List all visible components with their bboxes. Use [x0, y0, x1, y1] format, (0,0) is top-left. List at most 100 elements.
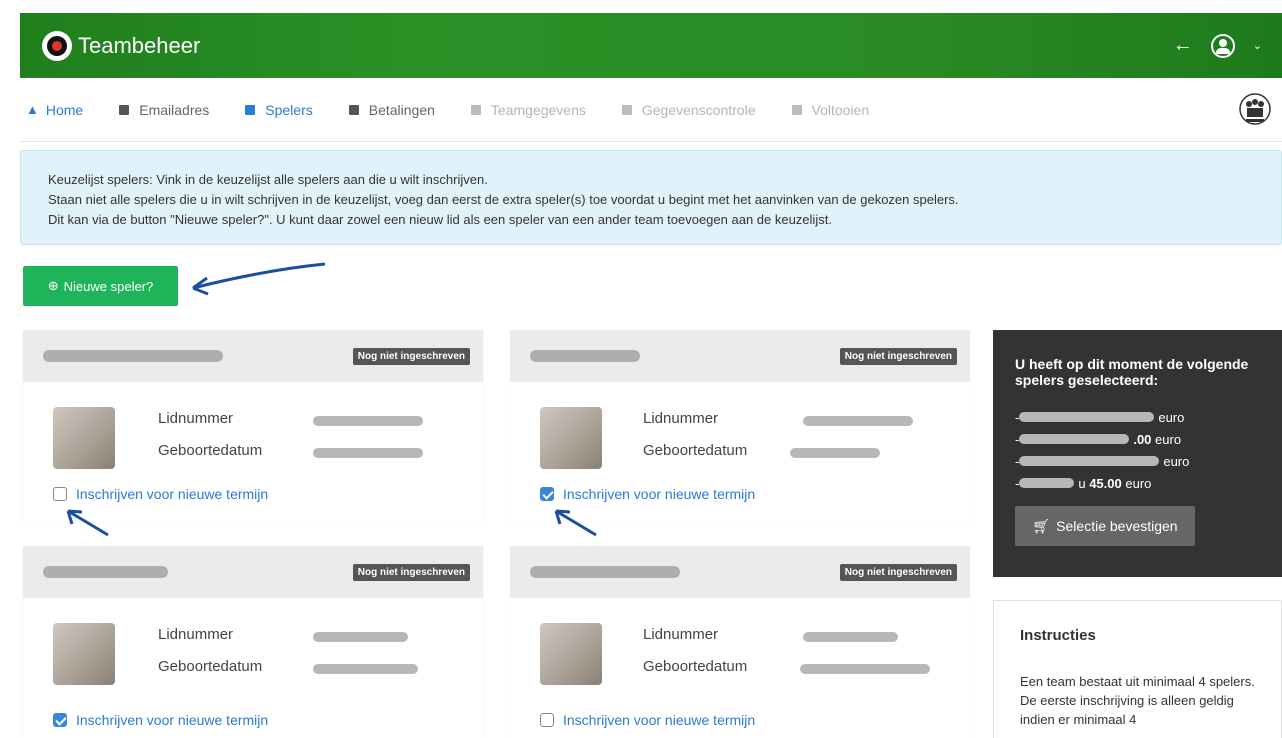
avatar	[53, 407, 115, 469]
player-name-redacted	[530, 566, 680, 578]
avatar	[540, 623, 602, 685]
nav-gegevenscontrole: Gegevenscontrole	[621, 101, 756, 118]
selection-panel: U heeft op dit moment de volgende speler…	[993, 330, 1282, 577]
checkbox-label: Inschrijven voor nieuwe termijn	[76, 486, 269, 502]
new-player-label: Nieuwe speler?	[63, 278, 154, 294]
nav-label: Emailadres	[139, 101, 210, 118]
nav-label: Teamgegevens	[490, 101, 586, 118]
nav-label: Voltooien	[811, 101, 870, 118]
member-number-redacted	[313, 632, 408, 642]
selection-redacted	[1019, 434, 1130, 444]
cart-icon: 🛒︎	[1032, 517, 1051, 534]
row-suffix: euro	[1125, 475, 1152, 491]
birthdate-redacted	[313, 664, 418, 674]
birthdate-label: Geboortedatum	[643, 658, 748, 675]
checkbox-label: Inschrijven voor nieuwe termijn	[563, 486, 756, 502]
confirm-selection-label: Selectie bevestigen	[1056, 518, 1178, 534]
selection-row: - euro	[1015, 406, 1260, 428]
selection-title: U heeft op dit moment de volgende speler…	[1015, 356, 1249, 388]
birthdate-label: Geboortedatum	[158, 442, 263, 459]
member-number-label: Lidnummer	[158, 626, 234, 643]
member-number-redacted	[803, 416, 913, 426]
birthdate-redacted	[313, 448, 423, 458]
home-icon: ▲	[26, 102, 39, 117]
plus-circle-icon: ⊕	[47, 278, 59, 293]
step-navigation: ▲ Home Emailadres Spelers Betalingen Tea…	[20, 78, 1282, 142]
selection-redacted	[1019, 412, 1155, 422]
row-suffix: euro	[1155, 431, 1182, 447]
top-bar: Teambeheer ← ⌄	[20, 13, 1282, 78]
row-amount: .00	[1133, 431, 1152, 447]
nav-teamgegevens: Teamgegevens	[470, 101, 586, 118]
status-badge: Nog niet ingeschreven	[352, 563, 470, 581]
register-checkbox[interactable]: Inschrijven voor nieuwe termijn	[53, 712, 268, 728]
checkbox-label: Inschrijven voor nieuwe termijn	[563, 712, 756, 728]
annotation-arrow	[66, 509, 109, 537]
step-icon	[245, 104, 256, 115]
step-icon	[348, 104, 359, 115]
nav-betalingen[interactable]: Betalingen	[348, 101, 435, 118]
nav-voltooien: Voltooien	[791, 101, 870, 118]
instructions-text: Een team bestaat uit minimaal 4 spelers.…	[1020, 674, 1255, 727]
checkbox[interactable]	[53, 713, 67, 727]
status-badge: Nog niet ingeschreven	[352, 347, 470, 365]
instructions-title: Instructies	[1020, 627, 1096, 644]
player-name-redacted	[530, 350, 640, 362]
info-line: Dit kan via de button "Nieuwe speler?". …	[48, 212, 832, 227]
annotation-arrow	[192, 262, 326, 296]
selection-row: - euro	[1015, 450, 1260, 472]
nav-spelers[interactable]: Spelers	[245, 102, 313, 118]
new-player-button[interactable]: ⊕ Nieuwe speler?	[23, 266, 178, 306]
member-number-redacted	[313, 416, 423, 426]
nav-emailadres[interactable]: Emailadres	[119, 102, 209, 118]
chevron-down-icon[interactable]: ⌄	[1253, 39, 1262, 52]
register-checkbox[interactable]: Inschrijven voor nieuwe termijn	[540, 486, 755, 502]
player-card: Nog niet ingeschreven Lidnummer Geboorte…	[23, 330, 483, 522]
step-icon	[621, 104, 632, 115]
selection-row: - u 45.00 euro	[1015, 475, 1152, 491]
player-name-redacted	[43, 566, 168, 578]
nav-label: Home	[45, 101, 84, 118]
info-line: Keuzelijst spelers: Vink in de keuzelijs…	[48, 172, 488, 187]
back-arrow-icon[interactable]: ←	[1173, 34, 1193, 57]
member-number-redacted	[803, 632, 898, 642]
checkbox[interactable]	[53, 487, 67, 501]
annotation-arrow	[554, 509, 597, 537]
instructions-panel: Instructies Een team bestaat uit minimaa…	[993, 600, 1282, 738]
confirm-selection-button[interactable]: 🛒︎ Selectie bevestigen	[1015, 506, 1195, 546]
brand[interactable]: Teambeheer	[42, 30, 201, 61]
nav-label: Gegevenscontrole	[641, 101, 756, 118]
member-number-label: Lidnummer	[643, 626, 719, 643]
player-name-redacted	[43, 350, 223, 362]
step-icon	[470, 104, 481, 115]
row-suffix: euro	[1158, 409, 1185, 425]
checkbox[interactable]	[540, 713, 554, 727]
selection-redacted	[1019, 456, 1160, 466]
member-number-label: Lidnummer	[158, 410, 234, 427]
row-amount: 45.00	[1089, 475, 1122, 491]
player-card: Nog niet ingeschreven Lidnummer Geboorte…	[510, 546, 970, 738]
avatar	[53, 623, 115, 685]
selection-redacted	[1019, 478, 1075, 488]
checkbox-label: Inschrijven voor nieuwe termijn	[76, 712, 269, 728]
birthdate-redacted	[800, 664, 930, 674]
app-title: Teambeheer	[78, 32, 201, 58]
status-badge: Nog niet ingeschreven	[839, 347, 957, 365]
checkbox[interactable]	[540, 487, 554, 501]
step-icon	[791, 104, 802, 115]
nav-home[interactable]: ▲ Home	[26, 102, 83, 118]
step-icon	[119, 104, 130, 115]
status-badge: Nog niet ingeschreven	[839, 563, 957, 581]
brand-logo-icon	[42, 30, 72, 61]
birthdate-label: Geboortedatum	[643, 442, 748, 459]
row-suffix: euro	[1163, 453, 1190, 469]
birthdate-redacted	[790, 448, 880, 458]
register-checkbox[interactable]: Inschrijven voor nieuwe termijn	[540, 712, 755, 728]
info-line: Staan niet alle spelers die u in wilt sc…	[48, 192, 959, 207]
user-account-icon[interactable]	[1210, 33, 1235, 58]
selection-row: - .00 euro	[1015, 428, 1260, 450]
register-checkbox[interactable]: Inschrijven voor nieuwe termijn	[53, 486, 268, 502]
avatar	[540, 407, 602, 469]
info-alert: Keuzelijst spelers: Vink in de keuzelijs…	[20, 150, 1282, 245]
nav-label: Betalingen	[368, 101, 435, 118]
